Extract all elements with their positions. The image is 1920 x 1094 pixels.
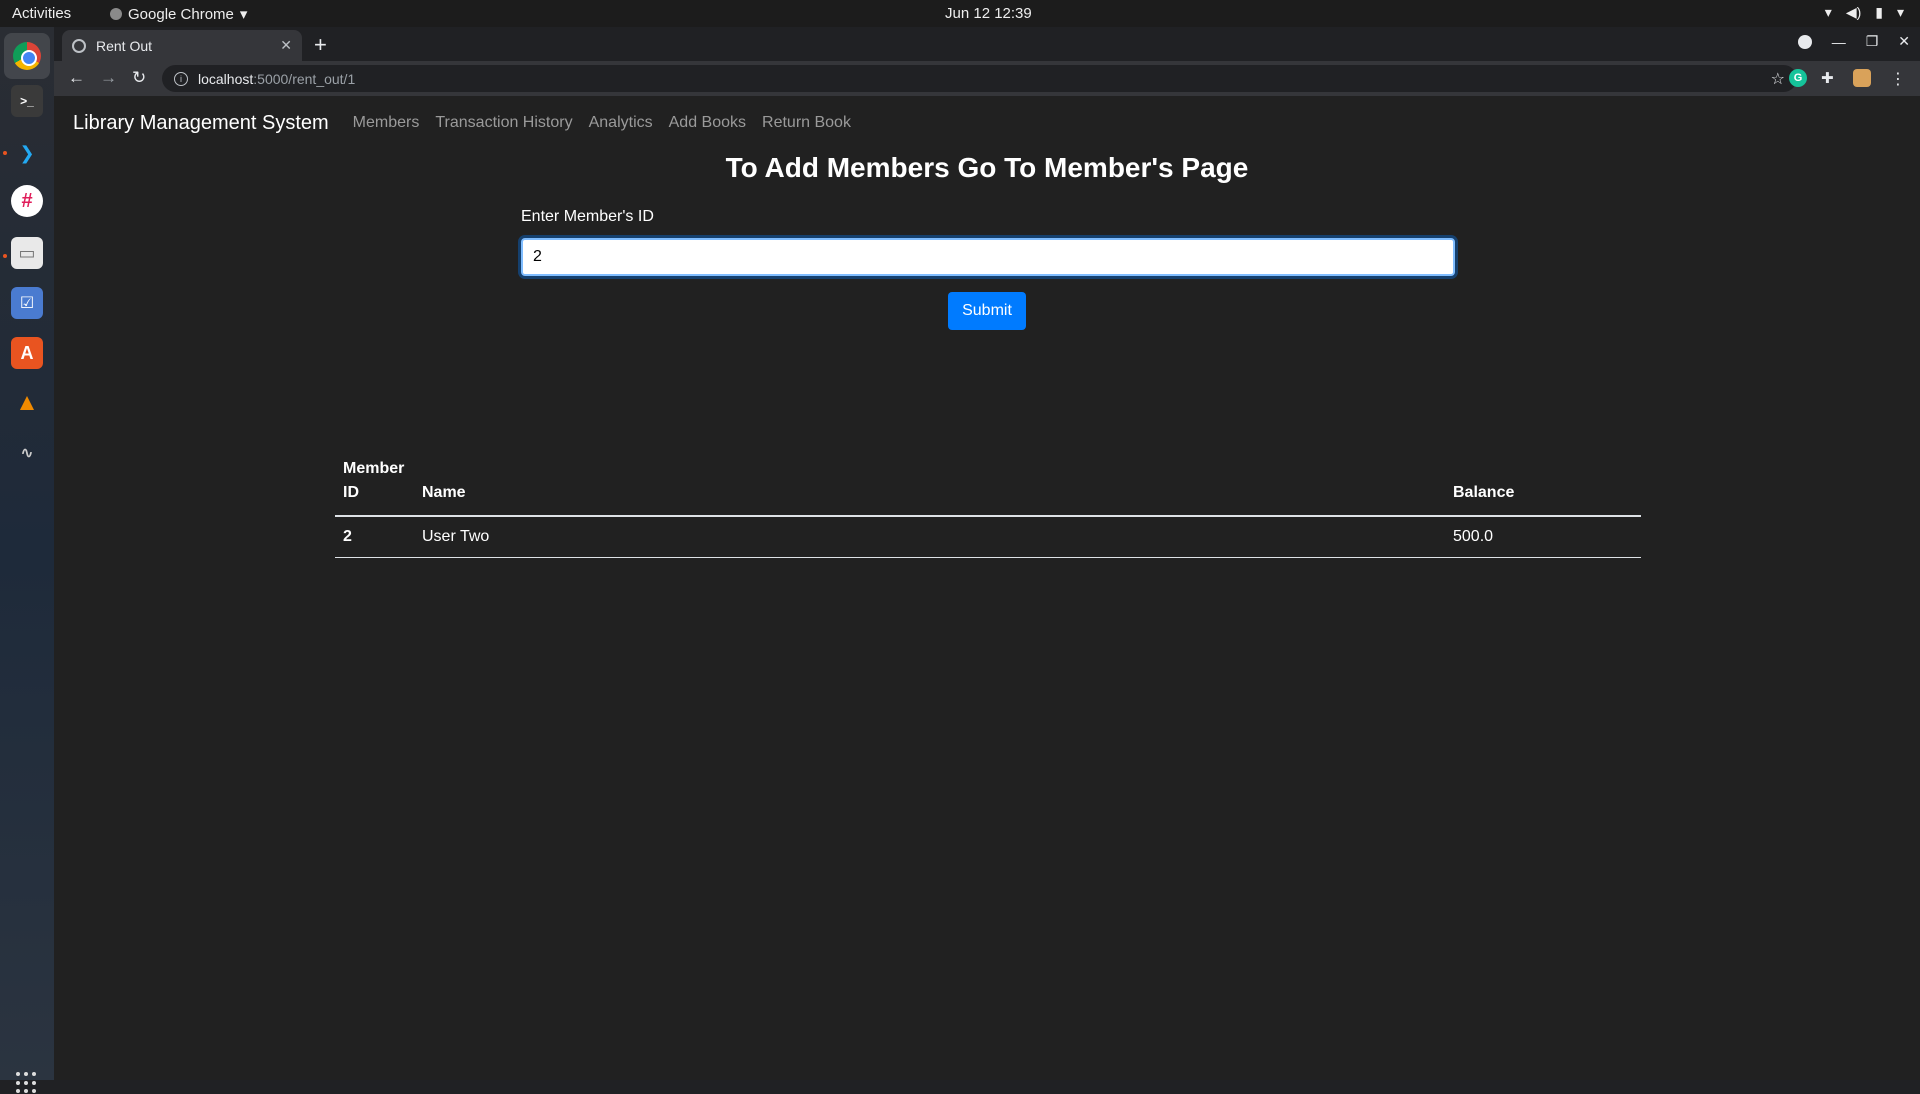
member-id-input[interactable] [521, 238, 1455, 276]
volume-icon: ◀) [1845, 4, 1862, 20]
running-indicator [3, 254, 7, 258]
files-icon[interactable]: ▭ [11, 237, 43, 269]
vscode-icon[interactable]: ❯ [11, 137, 43, 169]
cell-member-id: 2 [335, 516, 414, 558]
app-menu-label: Google Chrome [128, 5, 234, 23]
table-header-row: Member ID Name Balance [335, 451, 1641, 517]
bookmark-star-icon[interactable]: ☆ [1771, 69, 1785, 89]
new-tab-icon[interactable]: + [314, 32, 327, 58]
slack-icon[interactable]: # [11, 185, 43, 217]
url-text: localhost:5000/rent_out/1 [198, 71, 355, 87]
tab-title: Rent Out [96, 37, 153, 54]
cell-balance: 500.0 [1445, 516, 1641, 558]
column-header-name: Name [414, 451, 1445, 517]
extensions-icon[interactable]: ✚ [1821, 69, 1839, 87]
close-icon[interactable]: ✕ [280, 37, 292, 54]
navbar-brand[interactable]: Library Management System [73, 112, 329, 135]
wifi-icon: ▾ [1824, 4, 1832, 20]
running-indicator [3, 151, 7, 155]
close-window-icon[interactable]: ✕ [1898, 33, 1910, 50]
dock: >_ ❯ # ▭ ☑ A ▲ ∿ [0, 27, 54, 1094]
table-row: 2 User Two 500.0 [335, 516, 1641, 558]
address-bar[interactable]: i localhost:5000/rent_out/1 ☆ [162, 65, 1797, 92]
browser-toolbar: ← → ↻ i localhost:5000/rent_out/1 ☆ G ✚ … [54, 61, 1920, 96]
cell-name: User Two [414, 516, 1445, 558]
nav-link-transaction-history[interactable]: Transaction History [435, 114, 572, 132]
dock-chrome[interactable] [4, 33, 50, 79]
nav-link-members[interactable]: Members [353, 114, 420, 132]
restore-icon[interactable]: ❐ [1866, 33, 1879, 50]
tab-strip: Rent Out ✕ + — ❐ ✕ [54, 27, 1920, 61]
url-path: :5000/rent_out/1 [253, 70, 356, 87]
kebab-menu-icon[interactable]: ⋮ [1890, 69, 1908, 88]
page-content: Library Management System Members Transa… [54, 96, 1920, 1080]
url-host: localhost [198, 70, 254, 87]
info-icon[interactable]: i [174, 71, 188, 86]
globe-icon [72, 38, 86, 53]
submit-button[interactable]: Submit [948, 292, 1026, 330]
app-menu[interactable]: Google Chrome ▾ [110, 5, 247, 23]
battery-icon: ▮ [1875, 4, 1883, 20]
column-header-member-id: Member ID [335, 451, 414, 517]
chevron-down-icon: ▾ [239, 6, 248, 23]
chrome-icon [13, 42, 41, 70]
back-icon[interactable]: ← [68, 68, 85, 88]
reload-icon[interactable]: ↻ [132, 68, 146, 88]
chevron-down-icon: ▾ [1896, 4, 1904, 20]
activities-button[interactable]: Activities [12, 5, 71, 22]
profile-avatar[interactable] [1853, 69, 1871, 87]
vlc-icon[interactable]: ▲ [11, 387, 43, 419]
minimize-icon[interactable]: — [1832, 34, 1846, 50]
clock[interactable]: Jun 12 12:39 [945, 5, 1032, 22]
nav-link-add-books[interactable]: Add Books [669, 114, 746, 132]
chrome-small-icon [110, 8, 122, 20]
members-table: Member ID Name Balance 2 User Two 500.0 [335, 451, 1641, 558]
page-title: To Add Members Go To Member's Page [725, 152, 1249, 183]
navbar: Library Management System Members Transa… [73, 108, 867, 138]
system-monitor-icon[interactable]: ∿ [11, 437, 43, 469]
system-tray[interactable]: ▾ ◀) ▮ ▾ [1825, 4, 1904, 21]
column-header-member-id-text: Member ID [343, 460, 405, 501]
member-id-label: Enter Member's ID [521, 208, 654, 225]
tab-rent-out[interactable]: Rent Out ✕ [62, 30, 302, 61]
window-controls: — ❐ ✕ [1797, 33, 1910, 50]
nav-link-analytics[interactable]: Analytics [589, 114, 653, 132]
terminal-icon[interactable]: >_ [11, 85, 43, 117]
grammarly-icon[interactable]: G [1789, 69, 1807, 87]
nav-link-return-book[interactable]: Return Book [762, 114, 851, 132]
show-apps-icon[interactable] [16, 1072, 38, 1094]
column-header-balance: Balance [1445, 451, 1641, 517]
forward-icon[interactable]: → [100, 68, 117, 88]
tab-search-icon[interactable] [1797, 34, 1812, 49]
system-top-bar: Activities Google Chrome ▾ Jun 12 12:39 … [0, 0, 1920, 27]
tasks-icon[interactable]: ☑ [11, 287, 43, 319]
software-center-icon[interactable]: A [11, 337, 43, 369]
